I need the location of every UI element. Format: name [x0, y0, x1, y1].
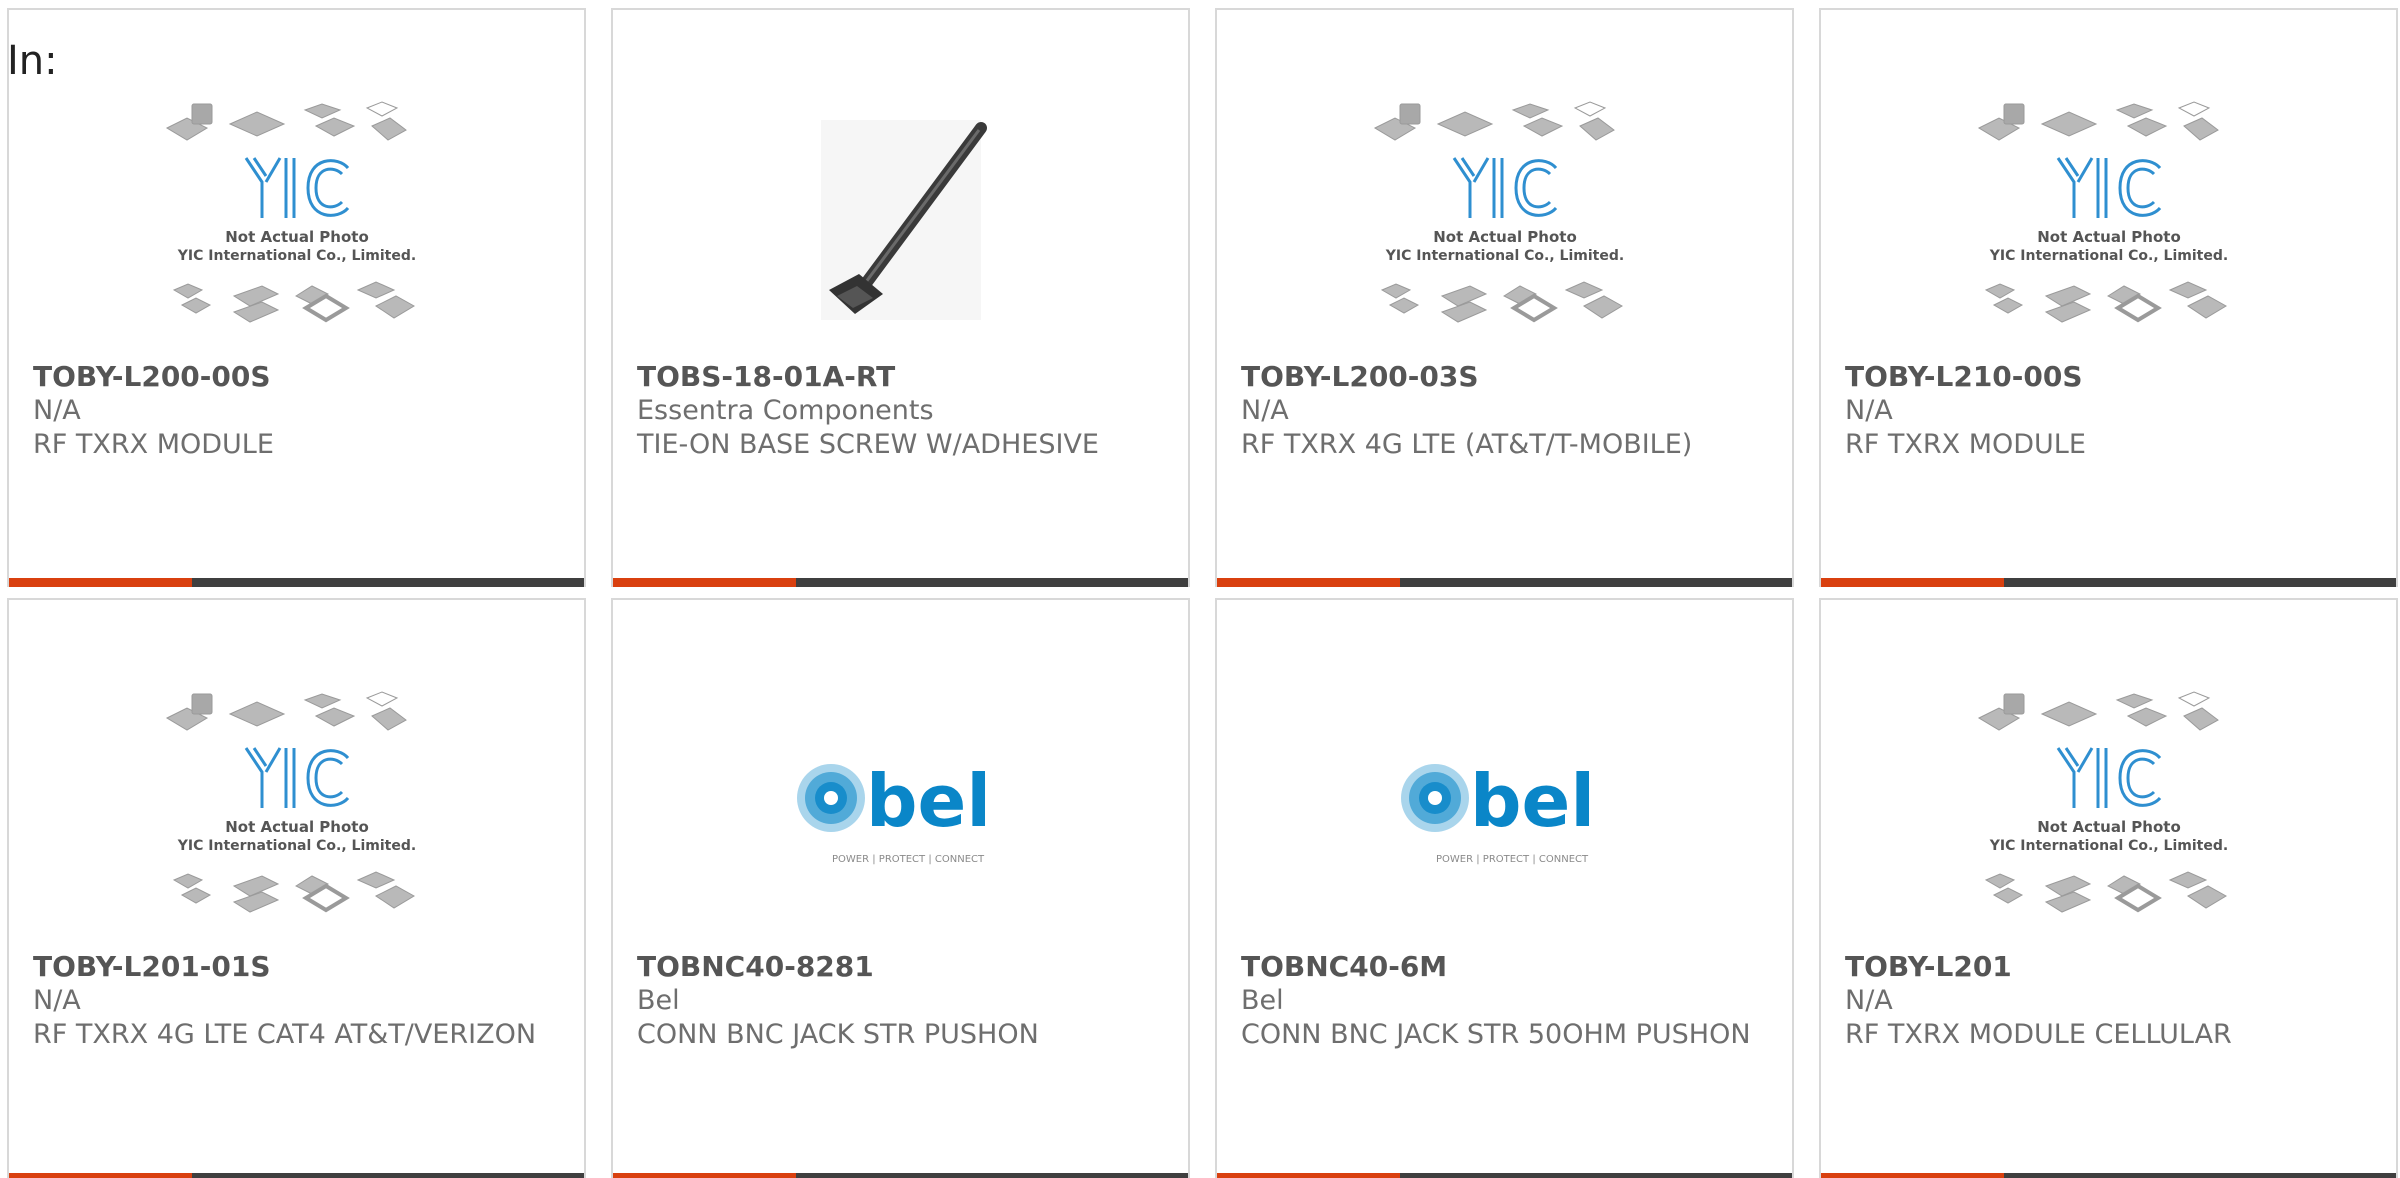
svg-text:Not Actual Photo: Not Actual Photo: [225, 818, 369, 836]
svg-text:Not Actual Photo: Not Actual Photo: [1433, 228, 1577, 246]
manufacturer: Essentra Components: [637, 395, 934, 426]
description: RF TXRX 4G LTE (AT&T/T-MOBILE): [1241, 429, 1693, 460]
svg-text:bel: bel: [866, 759, 991, 843]
card-accent-bar: [9, 1173, 192, 1178]
card-bottom-bar: [9, 578, 584, 587]
card-bottom-bar: [1821, 578, 2396, 587]
manufacturer: Bel: [637, 985, 680, 1016]
card-bottom-bar: [1217, 1173, 1792, 1178]
description: TIE-ON BASE SCREW W/ADHESIVE: [637, 429, 1099, 460]
part-number-link[interactable]: TOBY-L201-01S: [33, 950, 560, 984]
manufacturer: N/A: [33, 395, 81, 426]
description: CONN BNC JACK STR PUSHON: [637, 1019, 1039, 1050]
svg-text:Not Actual Photo: Not Actual Photo: [2037, 818, 2181, 836]
product-card[interactable]: Not Actual Photo YIC International Co., …: [1215, 8, 1794, 587]
card-bottom-bar: [1821, 1173, 2396, 1178]
product-image[interactable]: Not Actual Photo YIC International Co., …: [9, 90, 584, 350]
svg-text:YIC International Co., Limited: YIC International Co., Limited.: [176, 838, 415, 854]
svg-text:YIC International Co., Limited: YIC International Co., Limited.: [1988, 248, 2227, 264]
description: RF TXRX MODULE: [33, 429, 274, 460]
card-accent-bar: [613, 1173, 796, 1178]
product-card[interactable]: TOBS-18-01A-RT Essentra Components TIE-ON …: [611, 8, 1190, 587]
card-bottom-bar: [1217, 578, 1792, 587]
product-info: TOBS-18-01A-RT Essentra Components TIE-ON …: [637, 360, 1164, 462]
part-number-link[interactable]: TOBNC40-6M: [1241, 950, 1768, 984]
description: CONN BNC JACK STR 50OHM PUSHON: [1241, 1019, 1751, 1050]
not-actual-photo-icon: Not Actual Photo YIC International Co., …: [165, 101, 416, 323]
not-actual-photo-icon: Not Actual Photo YIC International Co., …: [1373, 101, 1624, 323]
svg-text:Not Actual Photo: Not Actual Photo: [225, 228, 369, 246]
product-info: TOBY-L200-03S N/A RF TXRX 4G LTE (AT&T/T-M…: [1241, 360, 1768, 462]
not-actual-photo-icon: Not Actual Photo YIC International Co., …: [1977, 691, 2228, 913]
card-bottom-bar: [9, 1173, 584, 1178]
part-number-link[interactable]: TOBY-L200-00S: [33, 360, 560, 394]
product-image[interactable]: [613, 90, 1188, 350]
product-card[interactable]: Not Actual Photo YIC International Co., …: [1819, 598, 2398, 1178]
description: RF TXRX 4G LTE CAT4 AT&T/VERIZON: [33, 1019, 537, 1050]
svg-text:Not Actual Photo: Not Actual Photo: [2037, 228, 2181, 246]
not-actual-photo-icon: Not Actual Photo YIC International Co., …: [1977, 101, 2228, 323]
product-info: TOBNC40-8281 Bel CONN BNC JACK STR PUSHON: [637, 950, 1164, 1052]
card-accent-bar: [1217, 1173, 1400, 1178]
svg-text:bel: bel: [1470, 759, 1595, 843]
description: RF TXRX MODULE: [1845, 429, 2086, 460]
manufacturer: N/A: [1845, 395, 1893, 426]
part-number-link[interactable]: TOBS-18-01A-RT: [637, 360, 1164, 394]
product-image[interactable]: Not Actual Photo YIC International Co., …: [1821, 90, 2396, 350]
part-number-link[interactable]: TOBY-L210-00S: [1845, 360, 2372, 394]
card-bottom-bar: [613, 1173, 1188, 1178]
product-info: TOBY-L201-01S N/A RF TXRX 4G LTE CAT4 AT&T…: [33, 950, 560, 1052]
svg-text:YIC International Co., Limited: YIC International Co., Limited.: [1988, 838, 2227, 854]
product-card[interactable]: Not Actual Photo YIC International Co., …: [1819, 8, 2398, 587]
card-bottom-bar: [613, 578, 1188, 587]
part-number-link[interactable]: TOBY-L201: [1845, 950, 2372, 984]
manufacturer: N/A: [1241, 395, 1289, 426]
cable-tie-photo: [820, 120, 987, 320]
manufacturer: N/A: [33, 985, 81, 1016]
card-accent-bar: [1821, 578, 2004, 587]
product-image[interactable]: Not Actual Photo YIC International Co., …: [9, 680, 584, 940]
manufacturer: Bel: [1241, 985, 1284, 1016]
product-info: TOBY-L201 N/A RF TXRX MODULE CELLULAR: [1845, 950, 2372, 1052]
svg-text:POWER | PROTECT | CONNECT: POWER | PROTECT | CONNECT: [1436, 854, 1589, 865]
card-accent-bar: [9, 578, 192, 587]
product-info: TOBY-L210-00S N/A RF TXRX MODULE: [1845, 360, 2372, 462]
product-card[interactable]: Not Actual Photo YIC International Co., …: [7, 8, 586, 587]
product-card[interactable]: bel POWER | PROTECT | CONNECT TOBNC40-82…: [611, 598, 1190, 1178]
product-image[interactable]: bel POWER | PROTECT | CONNECT: [1217, 680, 1792, 940]
manufacturer: N/A: [1845, 985, 1893, 1016]
product-info: TOBY-L200-00S N/A RF TXRX MODULE: [33, 360, 560, 462]
card-accent-bar: [613, 578, 796, 587]
product-card[interactable]: Not Actual Photo YIC International Co., …: [7, 598, 586, 1178]
bel-logo-icon: bel POWER | PROTECT | CONNECT: [796, 759, 991, 865]
card-accent-bar: [1821, 1173, 2004, 1178]
product-card[interactable]: bel POWER | PROTECT | CONNECT TOBNC40-6M…: [1215, 598, 1794, 1178]
product-info: TOBNC40-6M Bel CONN BNC JACK STR 50OHM PUS…: [1241, 950, 1768, 1052]
product-image[interactable]: Not Actual Photo YIC International Co., …: [1821, 680, 2396, 940]
part-number-link[interactable]: TOBY-L200-03S: [1241, 360, 1768, 394]
svg-text:YIC International Co., Limited: YIC International Co., Limited.: [1384, 248, 1623, 264]
part-number-link[interactable]: TOBNC40-8281: [637, 950, 1164, 984]
svg-text:YIC International Co., Limited: YIC International Co., Limited.: [176, 248, 415, 264]
not-actual-photo-icon: Not Actual Photo YIC International Co., …: [165, 691, 416, 913]
in-label: In:: [7, 38, 58, 84]
description: RF TXRX MODULE CELLULAR: [1845, 1019, 2232, 1050]
product-image[interactable]: Not Actual Photo YIC International Co., …: [1217, 90, 1792, 350]
svg-text:POWER | PROTECT | CONNECT: POWER | PROTECT | CONNECT: [832, 854, 985, 865]
product-image[interactable]: bel POWER | PROTECT | CONNECT: [613, 680, 1188, 940]
bel-logo-icon: bel POWER | PROTECT | CONNECT: [1400, 759, 1595, 865]
card-accent-bar: [1217, 578, 1400, 587]
